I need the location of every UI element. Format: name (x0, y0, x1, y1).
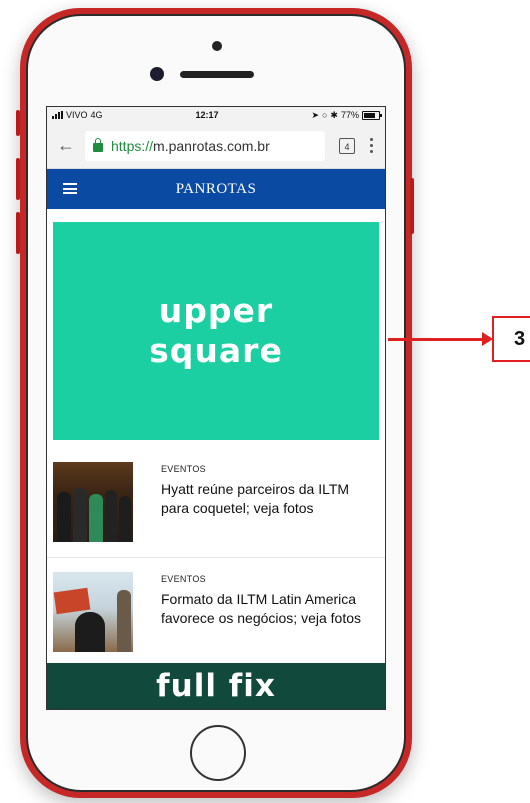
hamburger-menu-icon[interactable] (63, 183, 77, 194)
article-headline[interactable]: Formato da ILTM Latin America favorece o… (161, 590, 377, 628)
upper-square-ad[interactable]: upper square (53, 222, 379, 440)
lock-icon (93, 137, 103, 152)
ad-fullfix-text: full fix (156, 668, 276, 704)
ad-upper-line2: square (149, 331, 283, 370)
mute-switch[interactable] (16, 110, 20, 136)
network-label: 4G (90, 110, 103, 120)
article-headline[interactable]: Hyatt reúne parceiros da ILTM para coque… (161, 480, 377, 518)
proximity-sensor (212, 41, 222, 51)
home-button[interactable] (190, 725, 246, 781)
front-camera (150, 67, 164, 81)
site-header: PANROTAS (47, 169, 385, 209)
clock: 12:17 (195, 110, 219, 120)
signal-icon (52, 111, 63, 119)
battery-percent: 77% (340, 110, 359, 120)
article-item[interactable]: EVENTOS Formato da ILTM Latin America fa… (47, 558, 385, 668)
ad-upper-line1: upper (158, 291, 274, 330)
bluetooth-icon: ✱ (330, 109, 338, 120)
callout-arrow-line (388, 338, 484, 341)
url-scheme: https:// (111, 137, 154, 154)
status-bar: VIVO 4G 12:17 ➤ ○ ✱ 77% (47, 107, 385, 123)
callout-label: 3 (492, 316, 530, 362)
back-arrow-icon[interactable]: ← (53, 135, 79, 156)
earpiece-speaker (180, 71, 254, 78)
power-button[interactable] (410, 178, 414, 234)
article-item[interactable]: EVENTOS Hyatt reúne parceiros da ILTM pa… (47, 448, 385, 558)
phone-screen: VIVO 4G 12:17 ➤ ○ ✱ 77% ← https:// m.pan… (46, 106, 386, 710)
volume-down-button[interactable] (16, 212, 20, 254)
site-logo[interactable]: PANROTAS (47, 181, 385, 198)
more-menu-icon[interactable] (363, 138, 379, 153)
location-icon: ➤ (311, 109, 319, 120)
full-fix-ad[interactable]: full fix (47, 663, 385, 709)
article-thumbnail[interactable] (53, 462, 133, 542)
article-category: EVENTOS (161, 574, 206, 584)
url-host: m.panrotas.com.br (153, 137, 270, 154)
carrier-label: VIVO (66, 110, 88, 120)
article-category: EVENTOS (161, 464, 206, 474)
address-bar[interactable]: https:// m.panrotas.com.br (85, 130, 325, 161)
alarm-icon: ○ (321, 110, 328, 120)
tab-switcher-button[interactable]: 4 (339, 137, 355, 154)
volume-up-button[interactable] (16, 158, 20, 200)
battery-icon (361, 110, 382, 120)
browser-toolbar: ← https:// m.panrotas.com.br 4 (47, 123, 385, 169)
article-thumbnail[interactable] (53, 572, 133, 652)
